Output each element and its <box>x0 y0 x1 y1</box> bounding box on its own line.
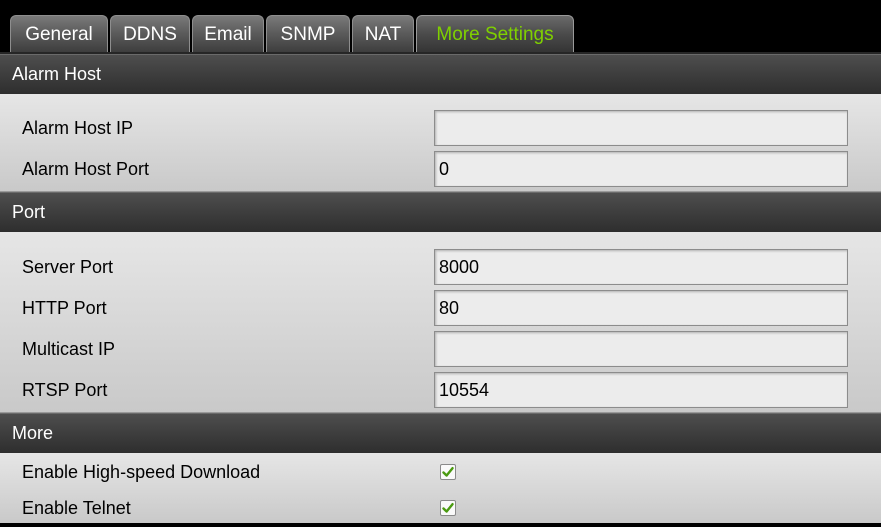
high-speed-download-checkbox[interactable] <box>440 464 456 480</box>
http-port-input[interactable] <box>434 290 848 326</box>
alarm-host-port-input[interactable] <box>434 151 848 187</box>
multicast-ip-input[interactable] <box>434 331 848 367</box>
more-panel: Enable High-speed Download Enable Telnet <box>0 453 881 523</box>
tab-email[interactable]: Email <box>192 15 264 53</box>
section-port-header: Port <box>0 192 881 232</box>
tab-nat[interactable]: NAT <box>352 15 414 53</box>
rtsp-port-row: RTSP Port <box>0 371 881 409</box>
http-port-label: HTTP Port <box>22 298 107 318</box>
multicast-ip-label: Multicast IP <box>22 339 116 359</box>
port-panel: Server Port HTTP Port Multicast IP RTSP … <box>0 232 881 413</box>
multicast-ip-row: Multicast IP <box>0 330 881 368</box>
tab-snmp[interactable]: SNMP <box>266 15 350 53</box>
high-speed-download-label: Enable High-speed Download <box>22 462 261 482</box>
high-speed-download-row: Enable High-speed Download <box>0 453 881 491</box>
server-port-input[interactable] <box>434 249 848 285</box>
telnet-checkbox[interactable] <box>440 500 456 516</box>
network-settings-window: General DDNS Email SNMP NAT More Setting… <box>0 0 881 523</box>
rtsp-port-input[interactable] <box>434 372 848 408</box>
section-more-header: More <box>0 413 881 453</box>
alarm-host-panel: Alarm Host IP Alarm Host Port <box>0 94 881 192</box>
telnet-row: Enable Telnet <box>0 489 881 527</box>
alarm-host-ip-row: Alarm Host IP <box>0 109 881 147</box>
server-port-label: Server Port <box>22 257 114 277</box>
alarm-host-ip-label: Alarm Host IP <box>22 118 134 138</box>
alarm-host-ip-input[interactable] <box>434 110 848 146</box>
http-port-row: HTTP Port <box>0 289 881 327</box>
checkmark-icon <box>442 467 454 477</box>
server-port-row: Server Port <box>0 248 881 286</box>
tab-more-settings[interactable]: More Settings <box>416 15 574 53</box>
section-alarm-host-header: Alarm Host <box>0 54 881 94</box>
alarm-host-port-row: Alarm Host Port <box>0 150 881 188</box>
checkmark-icon <box>442 503 454 513</box>
tab-ddns[interactable]: DDNS <box>110 15 190 53</box>
rtsp-port-label: RTSP Port <box>22 380 108 400</box>
alarm-host-port-label: Alarm Host Port <box>22 159 150 179</box>
telnet-label: Enable Telnet <box>22 498 131 518</box>
tab-bar: General DDNS Email SNMP NAT More Setting… <box>0 0 881 54</box>
tab-general[interactable]: General <box>10 15 108 53</box>
